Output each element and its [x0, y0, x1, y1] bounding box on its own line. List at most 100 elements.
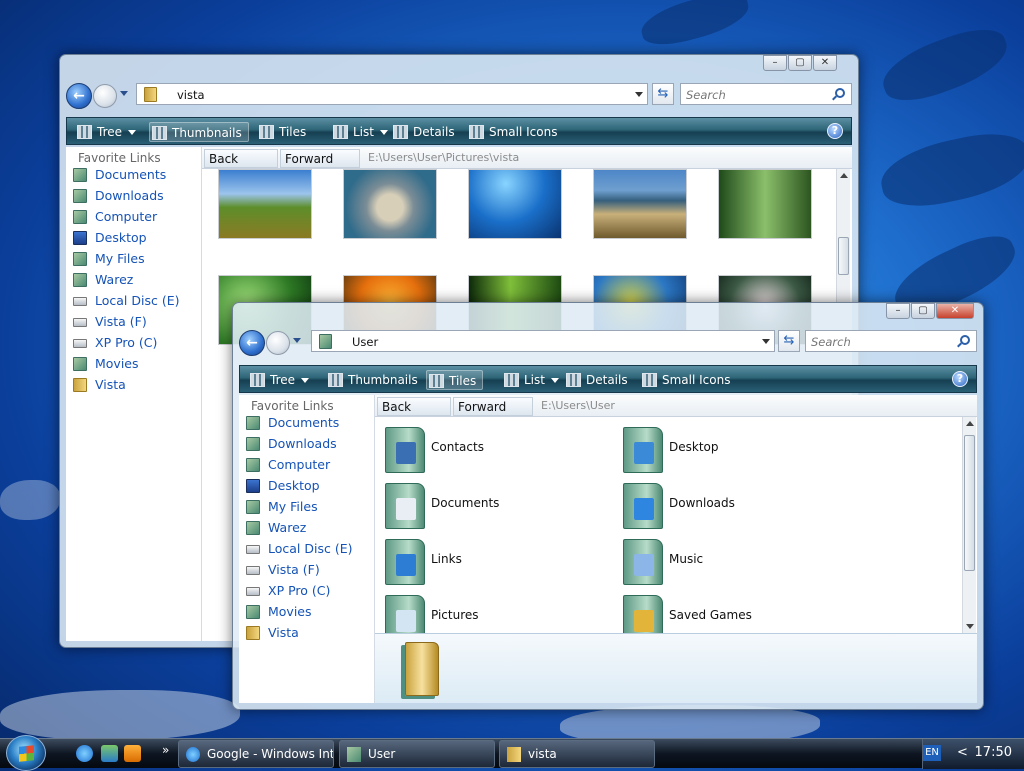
taskbar-item-vista[interactable]: vista	[499, 740, 655, 768]
list-button[interactable]: List	[331, 122, 388, 142]
tile-music[interactable]: Music	[617, 533, 703, 585]
thumbnail-forest[interactable]	[718, 169, 812, 239]
details-button[interactable]: Details	[391, 122, 455, 142]
taskbar-item-ie[interactable]: Google - Windows Inte...	[178, 740, 334, 768]
help-icon[interactable]: ?	[952, 371, 968, 387]
help-icon[interactable]: ?	[827, 123, 843, 139]
sidebar-item-computer[interactable]: Computer	[71, 207, 157, 227]
sidebar-item-local-disc-e[interactable]: Local Disc (E)	[244, 539, 352, 559]
address-bar[interactable]: vista	[136, 83, 648, 105]
address-dropdown-icon[interactable]	[635, 92, 643, 97]
sidebar-item-label: Downloads	[95, 188, 164, 203]
tab-back[interactable]: Back	[204, 149, 278, 168]
address-bar[interactable]: User	[311, 330, 775, 352]
tab-forward[interactable]: Forward	[453, 397, 533, 416]
sidebar-item-desktop[interactable]: Desktop	[244, 476, 320, 496]
vertical-scrollbar[interactable]	[962, 417, 976, 633]
scroll-thumb[interactable]	[964, 435, 975, 571]
tile-downloads[interactable]: Downloads	[617, 477, 735, 529]
explorer-window-user[interactable]: – ▢ ✕ ← User ⇆ Search Tree Thumbnails Ti…	[232, 302, 984, 710]
list-button[interactable]: List	[502, 370, 559, 390]
back-arrow-icon[interactable]: ←	[66, 83, 92, 109]
close-button[interactable]: ✕	[936, 303, 974, 319]
small-icons-button[interactable]: Small Icons	[467, 122, 557, 142]
scroll-down-icon[interactable]	[966, 624, 974, 629]
contacts-quicklaunch-icon[interactable]	[101, 745, 118, 762]
thumbnails-button[interactable]: Thumbnails	[326, 370, 418, 390]
myfiles-icon	[246, 500, 260, 514]
scroll-up-icon[interactable]	[966, 421, 974, 426]
quicklaunch-more-icon[interactable]: »	[162, 743, 169, 757]
sidebar-item-downloads[interactable]: Downloads	[71, 186, 164, 206]
sidebar-item-documents[interactable]: Documents	[71, 165, 166, 185]
refresh-icon[interactable]: ⇆	[778, 330, 800, 352]
drive-icon	[246, 545, 260, 554]
tile-contacts[interactable]: Contacts	[379, 421, 484, 473]
language-indicator[interactable]: EN	[923, 745, 941, 761]
tile-documents[interactable]: Documents	[379, 477, 499, 529]
sidebar-item-xp-pro-c[interactable]: XP Pro (C)	[71, 333, 157, 353]
sidebar-item-warez[interactable]: Warez	[244, 518, 306, 538]
search-input[interactable]: Search	[680, 83, 852, 105]
close-button[interactable]: ✕	[813, 55, 837, 71]
sidebar-item-vista-f[interactable]: Vista (F)	[244, 560, 320, 580]
details-button[interactable]: Details	[564, 370, 628, 390]
tab-back[interactable]: Back	[377, 397, 451, 416]
desktop-wallpaper-fish	[875, 19, 1015, 111]
search-icon[interactable]	[960, 335, 970, 345]
refresh-icon[interactable]: ⇆	[652, 83, 674, 105]
recent-pages-dropdown-icon[interactable]	[293, 338, 301, 343]
media-player-quicklaunch-icon[interactable]	[124, 745, 141, 762]
tiles-button[interactable]: Tiles	[257, 122, 306, 142]
ie-quicklaunch-icon[interactable]	[76, 745, 93, 762]
sidebar-item-my-files[interactable]: My Files	[71, 249, 145, 269]
thumbnail-fish[interactable]	[343, 169, 437, 239]
thumbnail-hills[interactable]	[218, 169, 312, 239]
sidebar-item-vista[interactable]: Vista	[244, 623, 299, 643]
thumbnail-river[interactable]	[593, 169, 687, 239]
taskbar-item-label: vista	[528, 747, 557, 761]
back-arrow-icon[interactable]: ←	[239, 330, 265, 356]
thumbnails-button[interactable]: Thumbnails	[149, 122, 249, 142]
search-input[interactable]: Search	[805, 330, 977, 352]
address-dropdown-icon[interactable]	[762, 339, 770, 344]
sidebar-item-documents[interactable]: Documents	[244, 413, 339, 433]
tile-links[interactable]: Links	[379, 533, 462, 585]
maximize-button[interactable]: ▢	[788, 55, 812, 71]
user-folder-icon	[319, 334, 332, 349]
tree-button[interactable]: Tree	[75, 122, 137, 142]
sidebar-item-downloads[interactable]: Downloads	[244, 434, 337, 454]
minimize-button[interactable]: –	[886, 303, 910, 319]
vertical-scrollbar[interactable]	[836, 169, 850, 303]
scroll-thumb[interactable]	[838, 237, 849, 275]
small-icons-button[interactable]: Small Icons	[640, 370, 730, 390]
tile-desktop[interactable]: Desktop	[617, 421, 719, 473]
forward-arrow-icon[interactable]	[266, 331, 290, 355]
tray-expand-icon[interactable]: <	[957, 745, 968, 760]
sidebar-item-my-files[interactable]: My Files	[244, 497, 318, 517]
tiles-button[interactable]: Tiles	[426, 370, 484, 390]
clock[interactable]: 17:50	[975, 745, 1012, 760]
scroll-up-icon[interactable]	[840, 173, 848, 178]
sidebar-item-vista-f[interactable]: Vista (F)	[71, 312, 147, 332]
sidebar-item-local-disc-e[interactable]: Local Disc (E)	[71, 291, 179, 311]
list-label: List	[524, 373, 545, 387]
sidebar-item-warez[interactable]: Warez	[71, 270, 133, 290]
sidebar-item-xp-pro-c[interactable]: XP Pro (C)	[244, 581, 330, 601]
minimize-button[interactable]: –	[763, 55, 787, 71]
start-button[interactable]	[6, 735, 46, 771]
sidebar-item-vista[interactable]: Vista	[71, 375, 126, 395]
sidebar-item-movies[interactable]: Movies	[71, 354, 139, 374]
desktop-wallpaper-fish	[0, 480, 60, 520]
recent-pages-dropdown-icon[interactable]	[120, 91, 128, 96]
sidebar-item-computer[interactable]: Computer	[244, 455, 330, 475]
taskbar-item-user[interactable]: User	[339, 740, 495, 768]
thumbnail-school-of-fish[interactable]	[468, 169, 562, 239]
tab-forward[interactable]: Forward	[280, 149, 360, 168]
sidebar-item-movies[interactable]: Movies	[244, 602, 312, 622]
sidebar-item-desktop[interactable]: Desktop	[71, 228, 147, 248]
tree-button[interactable]: Tree	[248, 370, 310, 390]
forward-arrow-icon[interactable]	[93, 84, 117, 108]
maximize-button[interactable]: ▢	[911, 303, 935, 319]
search-icon[interactable]	[835, 88, 845, 98]
